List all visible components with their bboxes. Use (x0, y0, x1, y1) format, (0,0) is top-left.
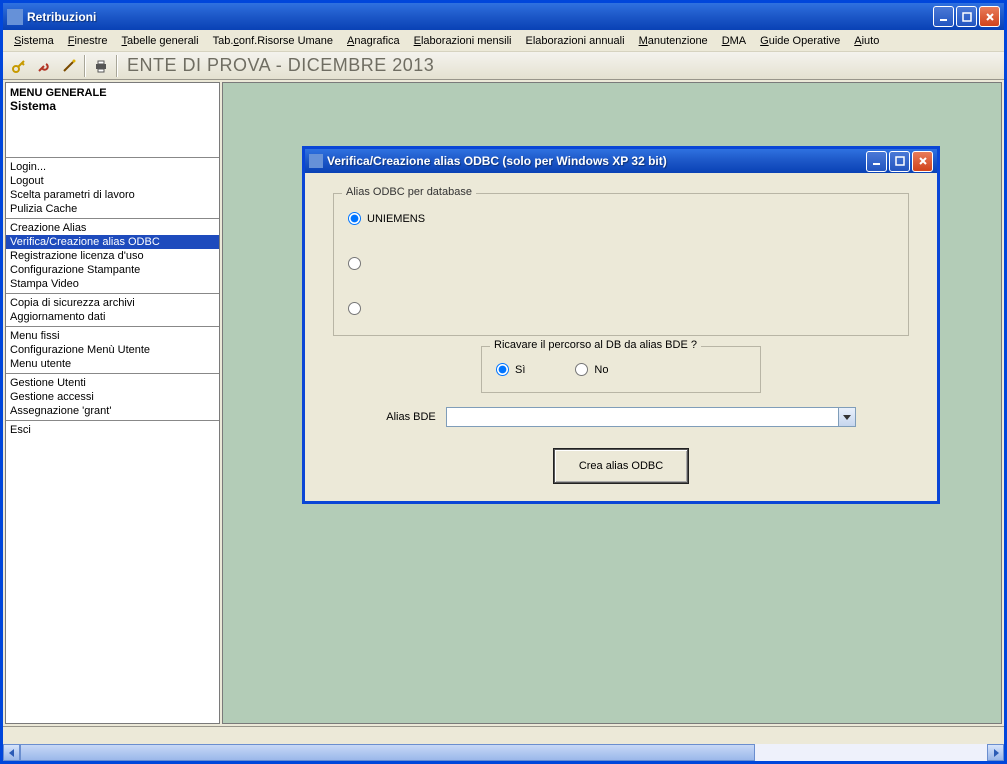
alias-bde-combo[interactable] (446, 407, 856, 427)
sidebar-item[interactable]: Pulizia Cache (6, 202, 219, 216)
menu-elaborazioni-annuali[interactable]: Elaborazioni annuali (518, 33, 631, 49)
radio-db-3-input[interactable] (348, 302, 361, 315)
radio-yes-input[interactable] (496, 363, 509, 376)
sidebar-item[interactable]: Gestione Utenti (6, 376, 219, 390)
dialog-window: Verifica/Creazione alias ODBC (solo per … (302, 146, 940, 504)
scroll-track[interactable] (20, 744, 987, 761)
key-icon[interactable] (7, 54, 31, 78)
menu-tab-conf-risorse-umane[interactable]: Tab.conf.Risorse Umane (206, 33, 340, 49)
dialog-title: Verifica/Creazione alias ODBC (solo per … (327, 154, 866, 168)
menu-sistema[interactable]: Sistema (7, 33, 61, 49)
sidebar-item[interactable]: Aggiornamento dati (6, 310, 219, 324)
dialog-icon (309, 154, 323, 168)
alias-bde-label: Alias BDE (386, 411, 436, 423)
horizontal-scrollbar[interactable] (3, 744, 1004, 761)
sidebar-item[interactable]: Configurazione Menù Utente (6, 343, 219, 357)
radio-no[interactable]: No (575, 363, 608, 376)
radio-yes[interactable]: Sì (496, 363, 525, 376)
radio-yes-label: Sì (515, 364, 525, 376)
menu-dma[interactable]: DMA (715, 33, 753, 49)
app-icon (7, 9, 23, 25)
radio-db-2[interactable] (348, 257, 894, 270)
menu-tabelle-generali[interactable]: Tabelle generali (115, 33, 206, 49)
toolbar: ENTE DI PROVA - DICEMBRE 2013 (3, 52, 1004, 80)
sidebar-title-2: Sistema (10, 99, 215, 117)
toolbar-divider (84, 55, 86, 77)
radio-db-3[interactable] (348, 302, 894, 315)
bde-path-group: Ricavare il percorso al DB da alias BDE … (481, 346, 761, 393)
bde-path-legend: Ricavare il percorso al DB da alias BDE … (490, 339, 701, 351)
menu-anagrafica[interactable]: Anagrafica (340, 33, 407, 49)
radio-db-2-input[interactable] (348, 257, 361, 270)
tools-icon[interactable] (32, 54, 56, 78)
sidebar-title: MENU GENERALE Sistema (6, 83, 219, 158)
sidebar-item[interactable]: Copia di sicurezza archivi (6, 296, 219, 310)
alias-odbc-legend: Alias ODBC per database (342, 186, 476, 198)
sidebar-item[interactable]: Assegnazione 'grant' (6, 404, 219, 418)
radio-uniemens-input[interactable] (348, 212, 361, 225)
sidebar-item[interactable]: Login... (6, 160, 219, 174)
workspace: Verifica/Creazione alias ODBC (solo per … (222, 82, 1002, 724)
dialog-maximize-button[interactable] (889, 151, 910, 172)
scroll-right-icon[interactable] (987, 744, 1004, 761)
menu-finestre[interactable]: Finestre (61, 33, 115, 49)
sidebar-item[interactable]: Menu fissi (6, 329, 219, 343)
sidebar: MENU GENERALE Sistema Login...LogoutScel… (5, 82, 220, 724)
toolbar-divider (116, 55, 118, 77)
menu-manutenzione[interactable]: Manutenzione (632, 33, 715, 49)
menubar: SistemaFinestreTabelle generaliTab.conf.… (3, 30, 1004, 52)
sidebar-item[interactable]: Menu utente (6, 357, 219, 371)
main-title: Retribuzioni (27, 10, 933, 24)
sidebar-item[interactable]: Esci (6, 423, 219, 437)
sidebar-title-1: MENU GENERALE (10, 87, 215, 99)
radio-no-label: No (594, 364, 608, 376)
scroll-thumb[interactable] (20, 744, 755, 761)
menu-guide-operative[interactable]: Guide Operative (753, 33, 847, 49)
minimize-button[interactable] (933, 6, 954, 27)
close-button[interactable] (979, 6, 1000, 27)
main-titlebar: Retribuzioni (3, 3, 1004, 30)
sidebar-item[interactable]: Scelta parametri di lavoro (6, 188, 219, 202)
print-icon[interactable] (89, 54, 113, 78)
sidebar-item[interactable]: Configurazione Stampante (6, 263, 219, 277)
wand-icon[interactable] (57, 54, 81, 78)
radio-uniemens[interactable]: UNIEMENS (348, 212, 894, 225)
sidebar-item[interactable]: Logout (6, 174, 219, 188)
sidebar-item[interactable]: Gestione accessi (6, 390, 219, 404)
alias-odbc-group: Alias ODBC per database UNIEMENS (333, 193, 909, 336)
chevron-down-icon[interactable] (838, 408, 855, 426)
maximize-button[interactable] (956, 6, 977, 27)
radio-uniemens-label: UNIEMENS (367, 213, 425, 225)
scroll-left-icon[interactable] (3, 744, 20, 761)
menu-aiuto[interactable]: Aiuto (847, 33, 886, 49)
sidebar-item[interactable]: Creazione Alias (6, 221, 219, 235)
sidebar-item[interactable]: Registrazione licenza d'uso (6, 249, 219, 263)
sidebar-item[interactable]: Stampa Video (6, 277, 219, 291)
create-alias-button[interactable]: Crea alias ODBC (554, 449, 688, 483)
dialog-minimize-button[interactable] (866, 151, 887, 172)
radio-no-input[interactable] (575, 363, 588, 376)
dialog-close-button[interactable] (912, 151, 933, 172)
sidebar-item[interactable]: Verifica/Creazione alias ODBC (6, 235, 219, 249)
context-label: ENTE DI PROVA - DICEMBRE 2013 (127, 55, 434, 76)
statusbar (3, 726, 1004, 744)
menu-elaborazioni-mensili[interactable]: Elaborazioni mensili (407, 33, 519, 49)
